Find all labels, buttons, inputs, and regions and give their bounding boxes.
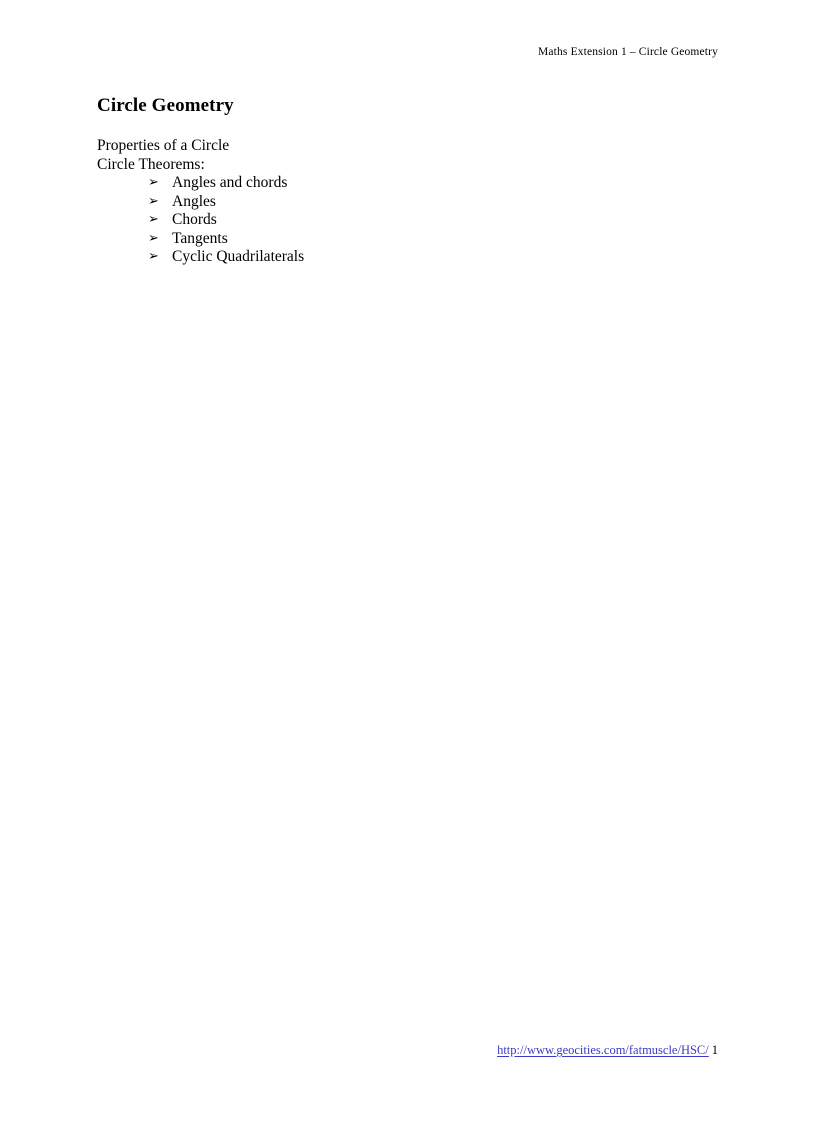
list-item: ➢ Angles [97,193,718,212]
list-item-label: Angles [172,192,216,210]
arrow-bullet-icon: ➢ [148,193,159,209]
list-item: ➢ Angles and chords [97,174,718,193]
document-body: Circle Geometry Properties of a Circle C… [97,94,718,267]
page-header: Maths Extension 1 – Circle Geometry [538,46,718,58]
intro-line-theorems: Circle Theorems: [97,155,205,173]
list-item-label: Chords [172,211,217,228]
intro-line-properties: Properties of a Circle [97,137,230,154]
list-item: ➢ Cyclic Quadrilaterals [97,248,718,267]
document-page: Maths Extension 1 – Circle Geometry Circ… [0,0,816,1123]
footer-url-link[interactable]: http://www.geocities.com/fatmuscle/HSC/ [497,1043,709,1057]
page-title: Circle Geometry [97,95,234,116]
arrow-bullet-icon: ➢ [148,230,159,246]
page-number: 1 [711,1043,718,1057]
arrow-bullet-icon: ➢ [148,249,159,264]
arrow-bullet-icon: ➢ [148,175,159,190]
list-item: ➢ Chords [97,211,718,230]
list-item-label: Cyclic Quadrilaterals [172,248,305,265]
intro-block: Properties of a Circle Circle Theorems: [97,137,718,174]
list-item-label: Angles and chords [172,174,288,191]
list-item-label: Tangents [172,229,228,247]
circle-theorems-list: ➢ Angles and chords ➢ Angles ➢ Chords ➢ … [97,174,718,267]
list-item: ➢ Tangents [97,230,718,249]
arrow-bullet-icon: ➢ [148,212,159,227]
page-footer: http://www.geocities.com/fatmuscle/HSC/1 [97,1043,718,1058]
